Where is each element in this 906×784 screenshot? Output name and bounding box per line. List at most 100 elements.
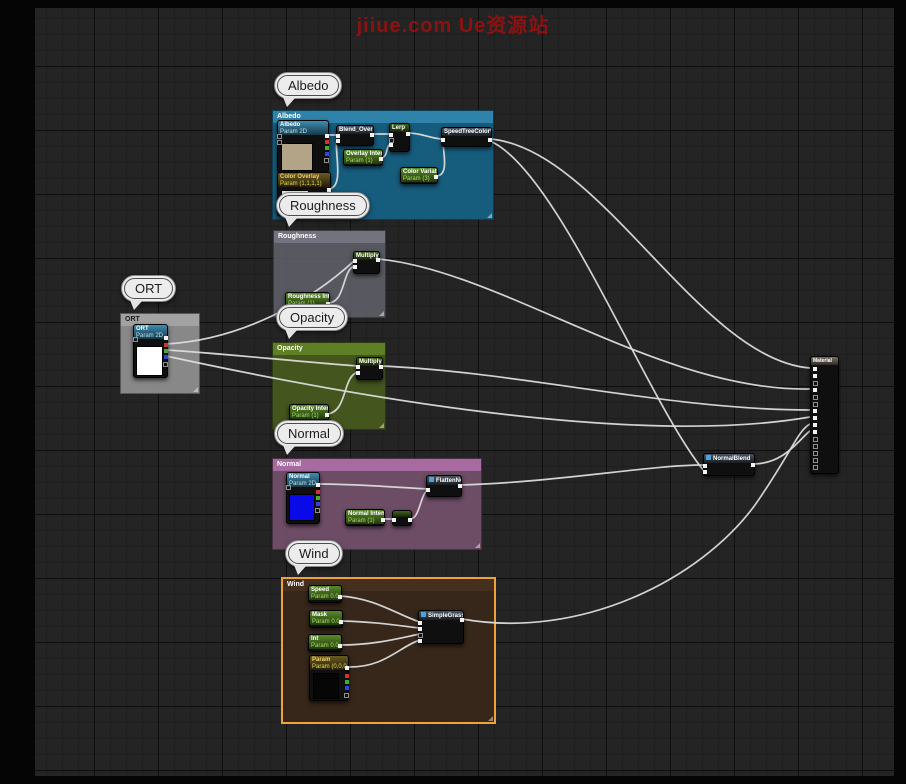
- node-subtitle: Param 2D: [136, 333, 165, 339]
- output-pin[interactable]: [408, 518, 412, 522]
- output-pin-g[interactable]: [316, 496, 320, 500]
- input-pin[interactable]: [418, 621, 422, 625]
- output-pin-r[interactable]: [316, 490, 320, 494]
- node-lerp[interactable]: Lerp: [389, 123, 410, 152]
- input-pin[interactable]: [813, 381, 818, 386]
- input-pin[interactable]: [813, 444, 818, 449]
- input-pin[interactable]: [813, 437, 818, 442]
- node-vector-param-wind[interactable]: Param Param (0,0,0,0): [309, 655, 349, 701]
- node-normal-blend[interactable]: NormalBlend: [703, 453, 755, 476]
- input-pin[interactable]: [277, 134, 282, 139]
- input-pin-base-color[interactable]: [813, 367, 817, 371]
- comment-bubble-albedo[interactable]: Albedo: [274, 72, 342, 99]
- comment-bubble-ort[interactable]: ORT: [121, 275, 176, 302]
- input-pin-a[interactable]: [389, 133, 393, 137]
- output-pin-a[interactable]: [324, 158, 329, 163]
- input-pin[interactable]: [813, 451, 818, 456]
- output-pin-r[interactable]: [345, 674, 349, 678]
- input-pin-roughness[interactable]: [813, 388, 817, 392]
- input-pin-opacity-mask[interactable]: [813, 409, 817, 413]
- output-pin[interactable]: [381, 518, 385, 522]
- input-pin-world-position-offset[interactable]: [813, 423, 817, 427]
- output-pin[interactable]: [751, 463, 755, 467]
- node-multiply-roughness[interactable]: Multiply: [353, 251, 380, 274]
- node-multiply-opacity[interactable]: Multiply: [356, 357, 383, 380]
- node-texture-sample-albedo[interactable]: Albedo Param 2D: [277, 120, 329, 173]
- input-pin[interactable]: [813, 458, 818, 463]
- node-vector-param-color-variation[interactable]: Color Variation Param (3): [400, 167, 438, 184]
- output-pin[interactable]: [338, 595, 342, 599]
- output-pin-rgb[interactable]: [325, 134, 329, 138]
- output-pin-g[interactable]: [325, 146, 329, 150]
- output-pin-a[interactable]: [344, 693, 349, 698]
- input-pin-b[interactable]: [356, 371, 360, 375]
- input-pin[interactable]: [813, 465, 818, 470]
- output-pin-r[interactable]: [164, 343, 168, 347]
- output-pin-b[interactable]: [345, 686, 349, 690]
- node-simple-grass-wind[interactable]: SimpleGrassWind: [418, 610, 464, 644]
- output-pin[interactable]: [488, 138, 492, 142]
- output-pin-r[interactable]: [325, 140, 329, 144]
- output-pin[interactable]: [434, 175, 438, 179]
- node-scalar-param-opacity-intensity[interactable]: Opacity Intensity Param (1): [289, 404, 329, 421]
- node-scalar-param-overlay-intensity[interactable]: Overlay Intensity Param (1): [343, 149, 383, 166]
- input-pin[interactable]: [286, 485, 291, 490]
- output-pin-rgba[interactable]: [345, 666, 349, 670]
- input-pin-a[interactable]: [356, 365, 360, 369]
- input-pin[interactable]: [336, 134, 340, 138]
- output-pin-g[interactable]: [164, 349, 168, 353]
- output-pin-g[interactable]: [345, 680, 349, 684]
- output-pin-a[interactable]: [163, 362, 168, 367]
- node-scalar-param-wind-speed[interactable]: Speed Param 0.0: [308, 585, 342, 603]
- node-blend-overlay[interactable]: Blend_Overlay: [336, 125, 374, 146]
- input-pin[interactable]: [813, 402, 818, 407]
- output-pin[interactable]: [379, 157, 383, 161]
- input-pin-alpha[interactable]: [389, 143, 393, 147]
- node-scalar-param-wind-mask[interactable]: Mask Param 0.0: [309, 610, 343, 628]
- input-pin[interactable]: [703, 470, 707, 474]
- input-pin-b[interactable]: [353, 265, 357, 269]
- input-pin-normal[interactable]: [813, 416, 817, 420]
- output-pin-rgb[interactable]: [316, 483, 320, 487]
- output-pin-a[interactable]: [315, 508, 320, 513]
- node-scalar-param-normal-intensity[interactable]: Normal Intensity Param (1): [345, 509, 385, 526]
- output-pin-b[interactable]: [325, 152, 329, 156]
- input-pin[interactable]: [418, 627, 422, 631]
- output-pin[interactable]: [339, 620, 343, 624]
- node-append[interactable]: [392, 510, 412, 526]
- output-pin[interactable]: [370, 133, 374, 137]
- input-pin[interactable]: [813, 430, 817, 434]
- node-texture-sample-normal[interactable]: Normal Param 2D: [286, 472, 320, 524]
- output-pin[interactable]: [379, 365, 383, 369]
- output-pin[interactable]: [460, 618, 464, 622]
- output-pin-b[interactable]: [164, 355, 168, 359]
- output-pin[interactable]: [325, 413, 329, 417]
- node-flatten-normal[interactable]: FlattenNormal: [426, 475, 462, 497]
- output-pin[interactable]: [338, 644, 342, 648]
- output-pin-b[interactable]: [316, 502, 320, 506]
- output-pin-rgb[interactable]: [164, 336, 168, 340]
- input-pin[interactable]: [336, 139, 340, 143]
- output-pin[interactable]: [406, 132, 410, 136]
- node-texture-sample-ort[interactable]: ORT Param 2D: [133, 324, 168, 378]
- input-pin[interactable]: [392, 518, 396, 522]
- output-pin[interactable]: [376, 258, 380, 262]
- input-pin[interactable]: [277, 140, 282, 145]
- input-pin[interactable]: [813, 374, 817, 378]
- comment-bubble-wind[interactable]: Wind: [285, 540, 343, 567]
- node-speedtree-color-variation[interactable]: SpeedTreeColorVariation: [441, 127, 492, 147]
- output-pin[interactable]: [458, 484, 462, 488]
- node-material-output[interactable]: Material: [810, 356, 839, 474]
- input-pin[interactable]: [426, 488, 430, 492]
- comment-bubble-roughness[interactable]: Roughness: [276, 192, 370, 219]
- input-pin[interactable]: [703, 464, 707, 468]
- input-pin[interactable]: [418, 639, 422, 643]
- comment-bubble-normal[interactable]: Normal: [274, 420, 344, 447]
- input-pin-a[interactable]: [353, 259, 357, 263]
- input-pin[interactable]: [813, 395, 818, 400]
- input-pin[interactable]: [133, 337, 138, 342]
- input-pin[interactable]: [418, 633, 423, 638]
- input-pin[interactable]: [441, 138, 445, 142]
- node-scalar-param-wind-intensity[interactable]: Int Param 0.0: [308, 634, 342, 652]
- comment-bubble-opacity[interactable]: Opacity: [276, 304, 348, 331]
